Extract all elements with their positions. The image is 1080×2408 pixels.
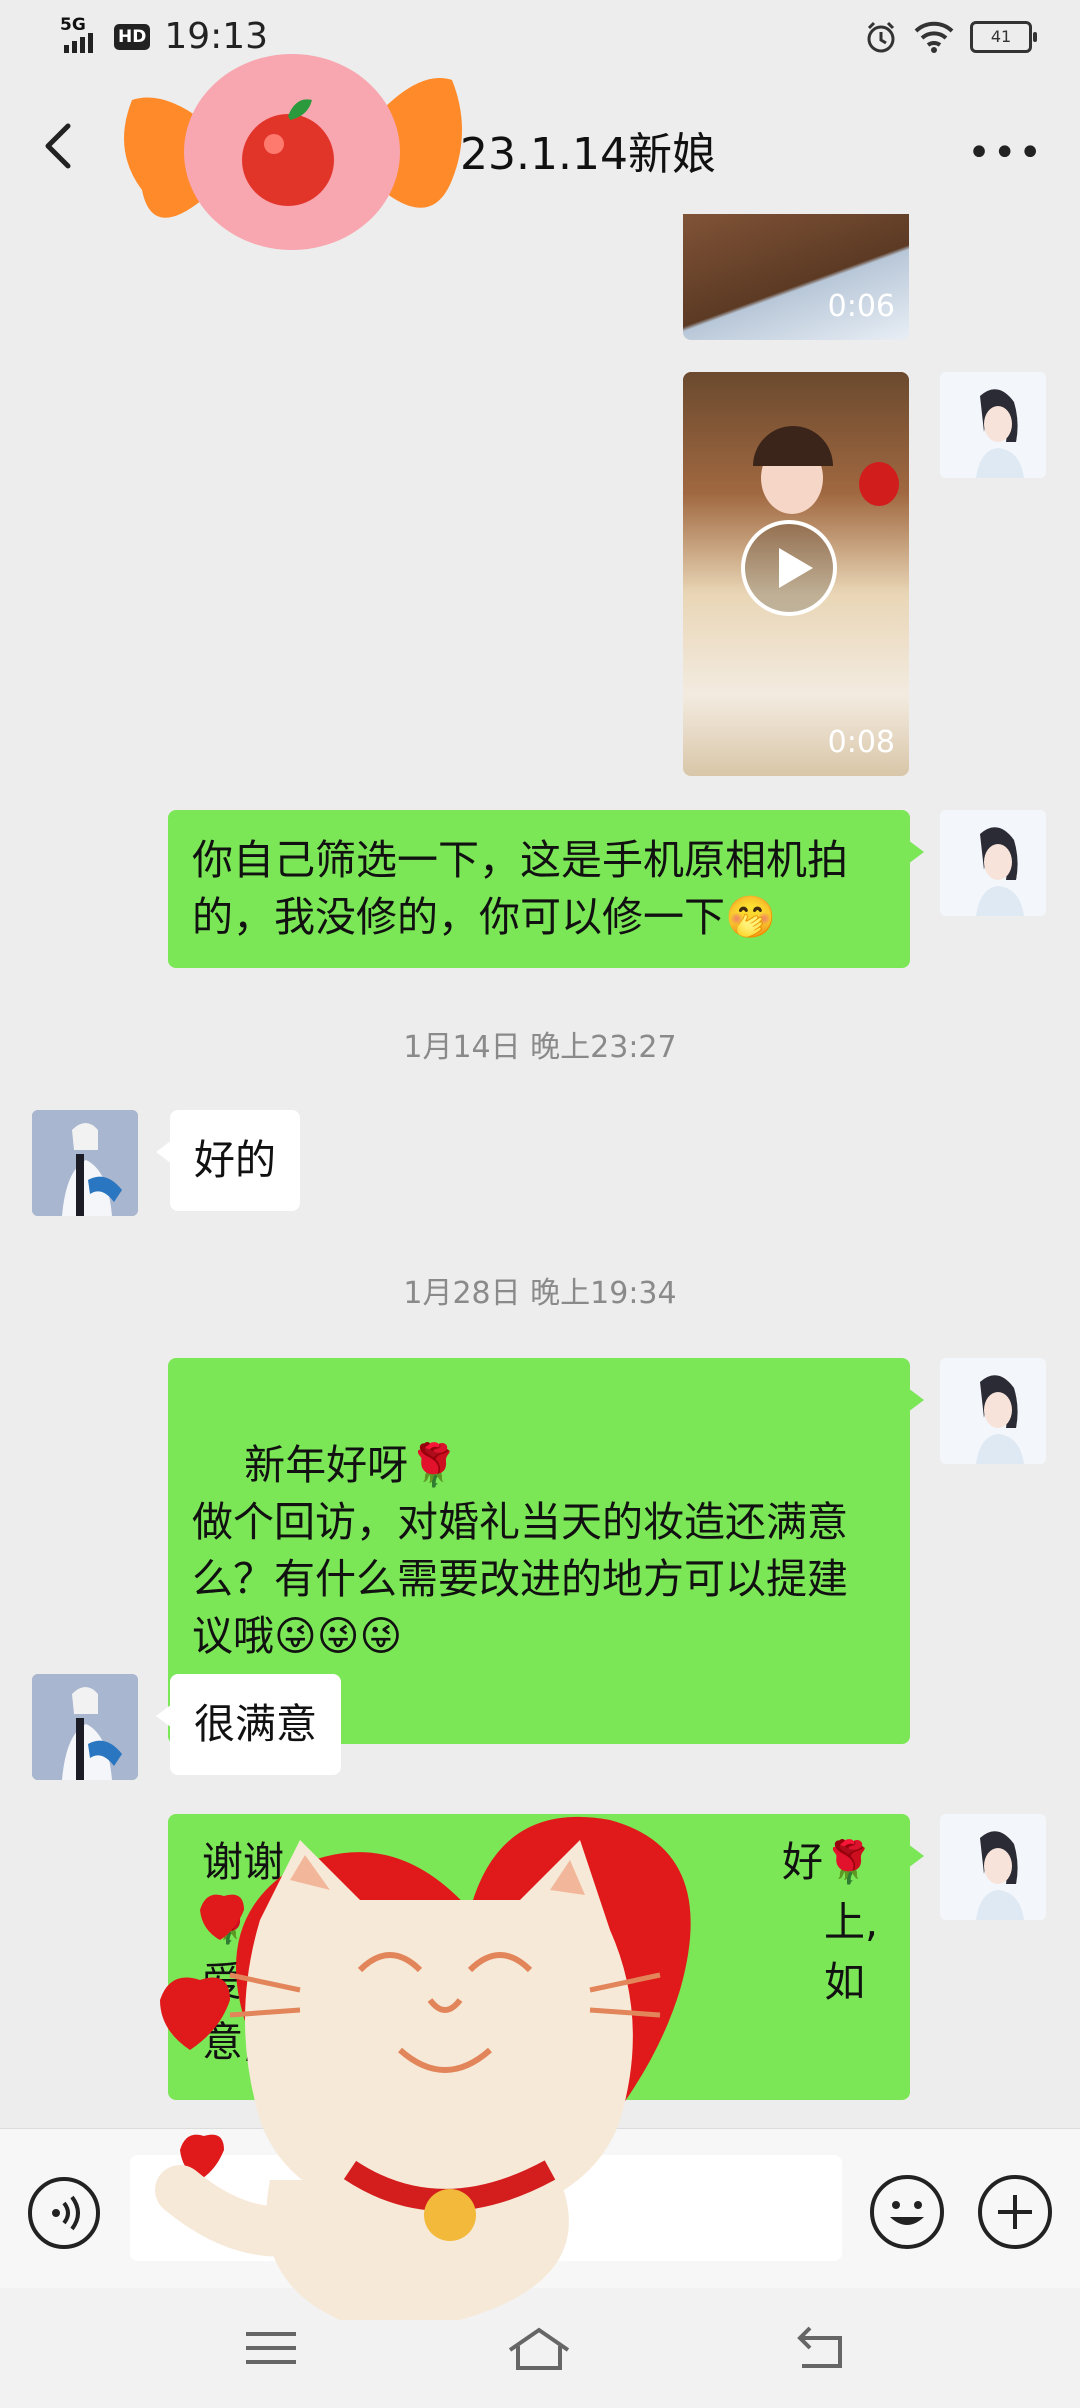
my-avatar[interactable] <box>940 1814 1046 1920</box>
video-duration: 0:08 <box>827 725 895 760</box>
back-nav-icon[interactable] <box>786 2318 856 2378</box>
signal-icon: 5G <box>60 14 100 57</box>
avatar-figure <box>32 1110 138 1216</box>
video-message[interactable]: 0:08 <box>683 372 909 776</box>
cat-heart-sticker <box>155 1816 691 2320</box>
video-thumbnail-balloon <box>859 462 899 506</box>
timestamp: 1月28日 晚上19:34 <box>403 1276 677 1311</box>
alarm-icon <box>867 21 895 53</box>
avatar-portrait <box>940 1814 1046 1920</box>
my-avatar[interactable] <box>940 810 1046 916</box>
more-icon[interactable]: ••• <box>967 130 1044 176</box>
candy-sticker <box>124 54 462 250</box>
video-thumbnail-hair <box>753 426 833 466</box>
battery-icon: 41 <box>970 21 1037 53</box>
my-avatar[interactable] <box>940 372 1046 478</box>
message-text: 好的 <box>194 1136 276 1184</box>
contact-avatar[interactable] <box>32 1110 138 1216</box>
message-text: 很满意 <box>194 1700 317 1748</box>
menu-icon[interactable] <box>236 2318 306 2378</box>
network-type: 5G <box>60 14 86 35</box>
back-icon[interactable] <box>30 116 90 176</box>
battery-level: 41 <box>990 27 1012 46</box>
message-bubble-incoming[interactable]: 好的 <box>156 1110 300 1211</box>
timestamp: 1月14日 晚上23:27 <box>403 1030 677 1065</box>
avatar-portrait <box>940 810 1046 916</box>
video-duration: 0:06 <box>827 289 895 324</box>
voice-icon[interactable] <box>28 2177 100 2249</box>
emoji-icon[interactable] <box>870 2175 944 2249</box>
play-icon[interactable] <box>741 520 837 616</box>
avatar-figure <box>32 1674 138 1780</box>
home-icon[interactable] <box>504 2318 574 2378</box>
avatar-portrait <box>940 372 1046 478</box>
video-message[interactable]: 0:06 <box>683 214 909 340</box>
chat-title: 23.1.14新娘 <box>460 129 716 180</box>
wifi-icon <box>914 21 954 53</box>
message-text: 新年好呀🌹 做个回访，对婚礼当天的妆造还满意么？有什么需要改进的地方可以提建议哦… <box>192 1441 848 1660</box>
contact-avatar[interactable] <box>32 1674 138 1780</box>
my-avatar[interactable] <box>940 1358 1046 1464</box>
message-text: 你自己筛选一下，这是手机原相机拍的，我没修的，你可以修一下🤭 <box>192 836 848 941</box>
message-bubble-outgoing[interactable]: 你自己筛选一下，这是手机原相机拍的，我没修的，你可以修一下🤭 <box>168 810 924 968</box>
avatar-portrait <box>940 1358 1046 1464</box>
plus-icon[interactable] <box>978 2175 1052 2249</box>
